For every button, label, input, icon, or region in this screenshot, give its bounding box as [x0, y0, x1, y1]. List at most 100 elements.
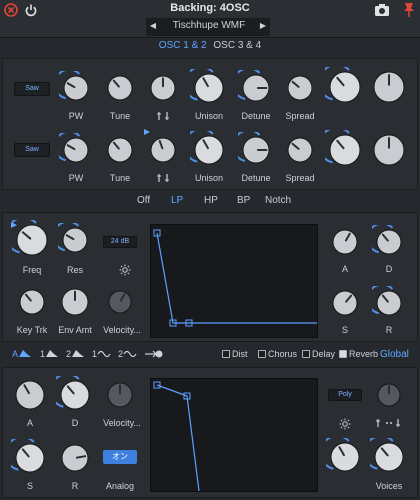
filter-env-d-knob[interactable] — [366, 222, 406, 259]
mod-tab-amp[interactable]: A — [12, 349, 32, 359]
filter-envamt-knob[interactable] — [57, 284, 93, 320]
mod-tab-lfo2[interactable]: 2 — [118, 349, 137, 359]
filter-keytrk-knob[interactable] — [15, 285, 49, 319]
filter-env-a-label: A — [341, 264, 348, 274]
osc2-detune-label: Detune — [241, 173, 271, 183]
osc2-octave-knob[interactable] — [146, 133, 180, 167]
osc1-spread-knob[interactable] — [283, 71, 317, 105]
filter-env-s-knob[interactable] — [328, 286, 362, 320]
analog-toggle[interactable]: オン — [103, 450, 137, 464]
amp-velocity-knob[interactable] — [103, 378, 137, 412]
osc1-pw-knob[interactable] — [53, 68, 93, 105]
dist-box — [222, 350, 230, 358]
osc1-tune-knob[interactable] — [103, 71, 137, 105]
sun-icon — [339, 418, 351, 430]
osc1-tune-label: Tune — [109, 111, 131, 121]
poly-mode-select[interactable]: Poly — [328, 389, 362, 401]
next-preset-icon[interactable]: ▶ — [258, 21, 268, 33]
global-tab[interactable]: Global — [380, 349, 409, 360]
osc2-tune-label: Tune — [109, 173, 131, 183]
preset-selector[interactable]: ◀ Tischhupe WMF ▶ — [146, 18, 270, 36]
amp-r-knob[interactable] — [57, 440, 93, 476]
osc2-unison-knob[interactable] — [183, 128, 228, 169]
filter-envamt-label: Env Amt — [58, 325, 92, 335]
filter-envelope-graph[interactable] — [150, 224, 318, 338]
voices-label: Voices — [375, 481, 403, 491]
osc1-level-knob[interactable] — [318, 63, 365, 107]
osc2-level-knob[interactable] — [318, 126, 365, 170]
osc1-wave-select[interactable]: Saw — [14, 82, 50, 96]
reverb-checkbox[interactable]: Reverb — [339, 349, 378, 359]
filter-env-d-label: D — [385, 264, 393, 274]
mod-effects-row: A 1 2 1 2 Dist Chorus Delay Reverb Globa… — [0, 345, 420, 365]
mod-tab-env2[interactable]: 2 — [66, 349, 85, 359]
chorus-checkbox[interactable]: Chorus — [258, 349, 297, 359]
filter-env-a-knob[interactable] — [328, 225, 362, 259]
amp-velocity-label: Velocity... — [103, 418, 141, 428]
amp-envelope-graph[interactable] — [150, 378, 318, 492]
glide-mode-icon — [376, 419, 400, 427]
amp-s-knob[interactable] — [4, 436, 49, 477]
close-icon[interactable] — [4, 3, 18, 17]
synth-window: Backing: 4OSC ◀ Tischhupe WMF ▶ OSC 1 & … — [0, 0, 420, 500]
osc2-spread-knob[interactable] — [283, 133, 317, 167]
amp-a-knob[interactable] — [11, 376, 49, 414]
filter-off-tab[interactable]: Off — [137, 195, 150, 206]
tab-osc-1-2[interactable]: OSC 1 & 2 — [157, 40, 209, 51]
osc2-wave-select[interactable]: Saw — [14, 143, 50, 157]
filter-velocity-knob[interactable] — [104, 286, 136, 318]
osc1-spread-label: Spread — [285, 111, 315, 121]
filter-hp-tab[interactable]: HP — [204, 195, 218, 206]
voices-knob[interactable] — [319, 435, 364, 476]
lfo-icon — [123, 350, 137, 358]
mod-matrix-icon[interactable] — [144, 349, 164, 359]
filter-notch-tab[interactable]: Notch — [265, 195, 291, 206]
filter-env-r-label: R — [385, 325, 393, 335]
filter-velocity-label: Velocity... — [103, 325, 141, 335]
osc1-octave-knob[interactable] — [146, 71, 180, 105]
previous-preset-icon[interactable]: ◀ — [148, 21, 158, 33]
amp-r-label: R — [71, 481, 79, 491]
amp-d-label: D — [71, 418, 79, 428]
osc1-detune-label: Detune — [241, 111, 271, 121]
osc2-pw-knob[interactable] — [53, 130, 93, 167]
filter-slope-select[interactable]: 24 dB — [103, 236, 137, 248]
osc2-unison-label: Unison — [194, 173, 223, 183]
tab-osc-3-4[interactable]: OSC 3 & 4 — [211, 40, 263, 51]
preset-name: Tischhupe WMF — [172, 20, 246, 31]
filter-type-tabs: Off LP HP BP Notch — [0, 193, 420, 209]
osc1-detune-knob[interactable] — [232, 67, 274, 106]
title-bar: Backing: 4OSC ◀ Tischhupe WMF ▶ — [0, 0, 420, 38]
osc2-pw-label: PW — [68, 173, 84, 183]
camera-icon[interactable] — [374, 3, 390, 17]
amp-d-knob[interactable] — [49, 373, 94, 414]
osc2-detune-knob[interactable] — [232, 129, 274, 168]
amp-env-icon — [19, 350, 32, 357]
filter-res-label: Res — [66, 265, 83, 275]
mod-tab-env1[interactable]: 1 — [40, 349, 59, 359]
amp-a-label: A — [26, 418, 33, 428]
osc1-pan-knob[interactable] — [369, 67, 409, 107]
filter-res-knob[interactable] — [52, 220, 92, 257]
filter-env-r-knob[interactable] — [366, 283, 406, 320]
pin-icon[interactable] — [402, 2, 416, 18]
osc2-tune-knob[interactable] — [103, 133, 137, 167]
mod-tab-lfo1[interactable]: 1 — [92, 349, 111, 359]
osc2-pan-knob[interactable] — [369, 130, 409, 170]
octave-icon — [157, 112, 169, 120]
filter-lp-tab[interactable]: LP — [171, 195, 183, 206]
delay-box — [302, 350, 310, 358]
power-icon[interactable] — [24, 3, 38, 17]
delay-checkbox[interactable]: Delay — [302, 349, 335, 359]
octave-icon — [157, 174, 169, 182]
amp-s-label: S — [26, 481, 33, 491]
filter-freq-knob[interactable] — [5, 216, 52, 260]
osc1-unison-knob[interactable] — [183, 66, 228, 107]
dist-checkbox[interactable]: Dist — [222, 349, 248, 359]
filter-bp-tab[interactable]: BP — [237, 195, 250, 206]
osc-tabs: OSC 1 & 2 OSC 3 & 4 — [0, 40, 420, 56]
chorus-box — [258, 350, 266, 358]
amp-glide-knob[interactable] — [373, 379, 405, 411]
amp-level-knob[interactable] — [363, 435, 408, 476]
window-title: Backing: 4OSC — [170, 2, 250, 14]
